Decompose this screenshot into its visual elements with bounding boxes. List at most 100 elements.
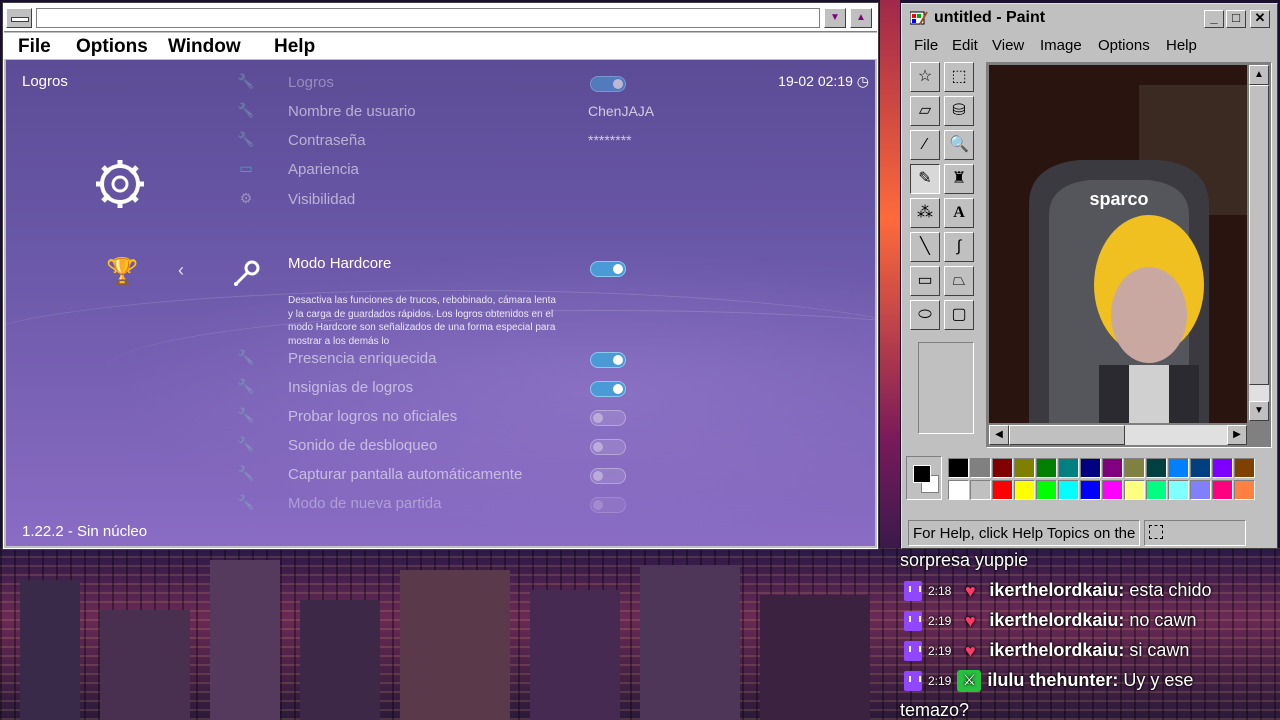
- setting-row-logros[interactable]: 🔧 Logros: [236, 70, 636, 96]
- scroll-thumb[interactable]: [1009, 425, 1125, 445]
- setting-row-hardcore[interactable]: Modo Hardcore: [236, 251, 636, 277]
- scroll-down-button[interactable]: ▼: [1249, 401, 1269, 421]
- menu-help[interactable]: Help: [274, 36, 315, 58]
- polygon-icon[interactable]: ⏢: [944, 266, 974, 296]
- line-icon[interactable]: ╲: [910, 232, 940, 262]
- scroll-thumb[interactable]: [1249, 85, 1269, 385]
- minimize-button[interactable]: _: [1204, 10, 1224, 28]
- color-swatch[interactable]: [948, 480, 969, 500]
- color-swatch[interactable]: [1168, 480, 1189, 500]
- color-swatch[interactable]: [1234, 480, 1255, 500]
- maximize-button[interactable]: □: [1226, 10, 1246, 28]
- color-swatch[interactable]: [1146, 480, 1167, 500]
- setting-row-auto-screenshot[interactable]: 🔧 Capturar pantalla automáticamente: [236, 462, 636, 488]
- setting-row-rich-presence[interactable]: 🔧 Presencia enriquecida: [236, 346, 636, 372]
- menu-options[interactable]: Options: [76, 36, 148, 58]
- menu-file[interactable]: File: [914, 37, 938, 54]
- rounded-rectangle-icon[interactable]: ▢: [944, 300, 974, 330]
- color-swatch[interactable]: [1058, 458, 1079, 478]
- setting-row-username[interactable]: 🔧 Nombre de usuario ChenJAJA: [236, 99, 654, 125]
- paint-app-icon[interactable]: [910, 10, 928, 26]
- color-swatch[interactable]: [1124, 458, 1145, 478]
- toggle-switch[interactable]: [590, 261, 626, 277]
- toggle-switch[interactable]: [590, 468, 626, 484]
- toggle-switch[interactable]: [590, 497, 626, 513]
- color-swatch[interactable]: [1036, 480, 1057, 500]
- maximize-button[interactable]: ▲: [850, 8, 872, 28]
- color-swatch[interactable]: [1190, 458, 1211, 478]
- scroll-up-button[interactable]: ▲: [1249, 65, 1269, 85]
- pencil-icon[interactable]: ✎: [910, 164, 940, 194]
- color-swatch[interactable]: [992, 458, 1013, 478]
- brush-icon[interactable]: ♜: [944, 164, 974, 194]
- color-swatch[interactable]: [1080, 458, 1101, 478]
- setting-row-unlock-sound[interactable]: 🔧 Sonido de desbloqueo: [236, 433, 636, 459]
- chevron-left-icon[interactable]: ‹: [178, 260, 184, 281]
- tool-options[interactable]: [918, 342, 974, 434]
- rectangle-icon[interactable]: ▭: [910, 266, 940, 296]
- color-swatch[interactable]: [1036, 458, 1057, 478]
- color-swatch[interactable]: [992, 480, 1013, 500]
- toggle-switch[interactable]: [590, 410, 626, 426]
- menu-edit[interactable]: Edit: [952, 37, 978, 54]
- building: [300, 600, 380, 720]
- toggle-switch[interactable]: [590, 439, 626, 455]
- color-swatch[interactable]: [1190, 480, 1211, 500]
- color-swatch[interactable]: [1212, 480, 1233, 500]
- airbrush-icon[interactable]: ⁂: [910, 198, 940, 228]
- setting-label: Modo de nueva partida: [288, 495, 442, 512]
- setting-row-visibility[interactable]: ⚙ Visibilidad: [236, 187, 636, 213]
- horizontal-scrollbar[interactable]: ◀ ▶: [989, 425, 1247, 445]
- color-swatch[interactable]: [970, 480, 991, 500]
- gear-icon[interactable]: [94, 158, 146, 210]
- ellipse-icon[interactable]: ⬭: [910, 300, 940, 330]
- setting-row-new-game[interactable]: 🔧 Modo de nueva partida: [236, 491, 636, 517]
- color-swatch[interactable]: [1124, 480, 1145, 500]
- menu-view[interactable]: View: [992, 37, 1024, 54]
- setting-row-badges[interactable]: 🔧 Insignias de logros: [236, 375, 636, 401]
- curve-icon[interactable]: ∫: [944, 232, 974, 262]
- color-swatch[interactable]: [1058, 480, 1079, 500]
- color-swatch[interactable]: [948, 458, 969, 478]
- eyedropper-icon[interactable]: ∕: [910, 130, 940, 160]
- chat-message: 2:18 ♥ ikerthelordkaiu: esta chido: [900, 580, 1211, 606]
- scroll-left-button[interactable]: ◀: [989, 425, 1009, 445]
- color-swatch[interactable]: [1080, 480, 1101, 500]
- setting-row-password[interactable]: 🔧 Contraseña ********: [236, 128, 636, 154]
- menu-image[interactable]: Image: [1040, 37, 1082, 54]
- color-swatch[interactable]: [970, 458, 991, 478]
- chat-message: sorpresa yuppie: [900, 550, 1028, 576]
- color-swatch[interactable]: [1212, 458, 1233, 478]
- color-swatch[interactable]: [1234, 458, 1255, 478]
- color-swatch[interactable]: [1102, 458, 1123, 478]
- toggle-switch[interactable]: [590, 352, 626, 368]
- color-swatch[interactable]: [1168, 458, 1189, 478]
- menu-file[interactable]: File: [18, 36, 51, 58]
- toggle-switch[interactable]: [590, 76, 626, 92]
- setting-row-appearance[interactable]: ▭ Apariencia: [236, 157, 636, 183]
- menu-window[interactable]: Window: [168, 36, 241, 58]
- text-icon[interactable]: A: [944, 198, 974, 228]
- fill-icon[interactable]: ⛁: [944, 96, 974, 126]
- scroll-right-button[interactable]: ▶: [1227, 425, 1247, 445]
- menu-options[interactable]: Options: [1098, 37, 1150, 54]
- magnifier-icon[interactable]: 🔍: [944, 130, 974, 160]
- vertical-scrollbar[interactable]: ▲ ▼: [1249, 65, 1269, 421]
- setting-row-unofficial[interactable]: 🔧 Probar logros no oficiales: [236, 404, 636, 430]
- free-select-icon[interactable]: ☆: [910, 62, 940, 92]
- current-colors[interactable]: [906, 456, 942, 500]
- color-swatch[interactable]: [1014, 458, 1035, 478]
- trophy-icon[interactable]: 🏆: [106, 256, 138, 287]
- color-swatch[interactable]: [1102, 480, 1123, 500]
- select-icon[interactable]: ⬚: [944, 62, 974, 92]
- menu-help[interactable]: Help: [1166, 37, 1197, 54]
- chat-text: temazo?: [900, 700, 970, 720]
- eraser-icon[interactable]: ▱: [910, 96, 940, 126]
- toggle-switch[interactable]: [590, 381, 626, 397]
- color-swatch[interactable]: [1146, 458, 1167, 478]
- color-swatch[interactable]: [1014, 480, 1035, 500]
- minimize-button[interactable]: ▼: [824, 8, 846, 28]
- close-button[interactable]: ✕: [1250, 10, 1270, 28]
- system-menu-button[interactable]: [6, 8, 32, 28]
- canvas[interactable]: sparco: [989, 65, 1247, 423]
